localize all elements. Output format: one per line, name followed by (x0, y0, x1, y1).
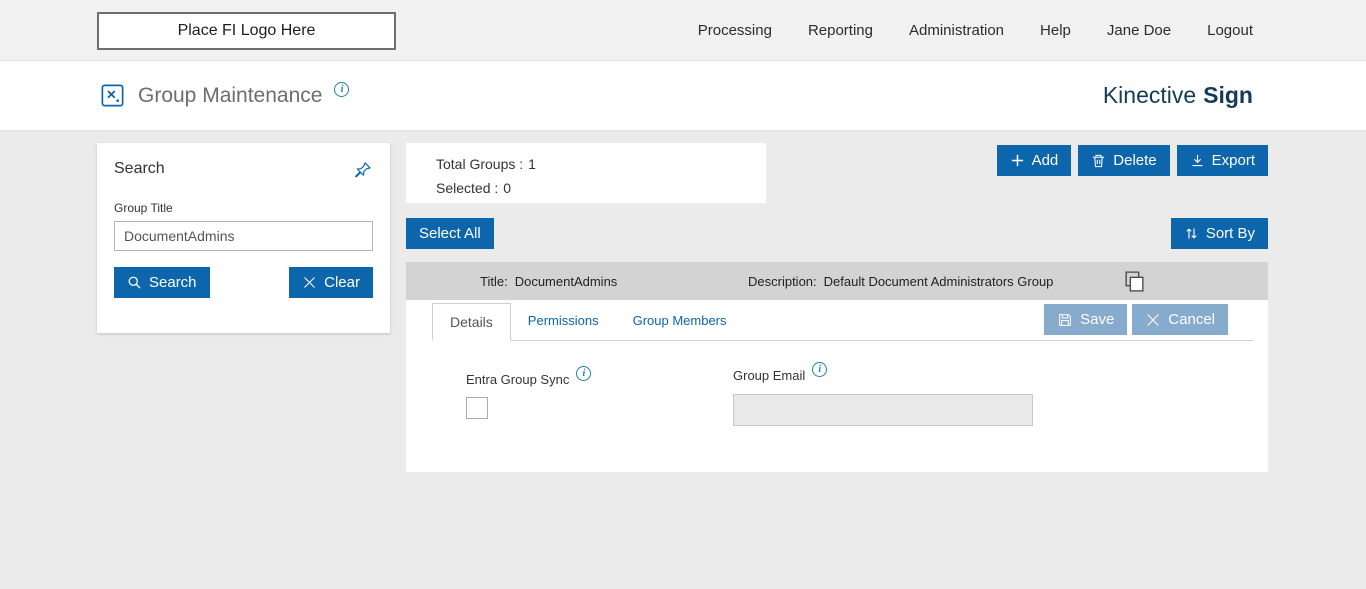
delete-button[interactable]: Delete (1078, 145, 1170, 176)
details-tab-content: Entra Group Sync Group Email (406, 341, 1268, 471)
sort-by-button[interactable]: Sort By (1170, 218, 1268, 249)
search-button[interactable]: Search (114, 267, 210, 298)
cancel-button[interactable]: Cancel (1132, 304, 1228, 335)
group-actions-toolbar: Add Delete Export (996, 145, 1268, 176)
total-groups-line: Total Groups :1 (436, 152, 736, 176)
plus-icon (1011, 154, 1023, 167)
entra-sync-info-icon[interactable] (576, 366, 592, 381)
entra-group-sync-checkbox[interactable] (466, 397, 488, 419)
trash-icon (1093, 154, 1105, 167)
selected-value: 0 (503, 180, 512, 196)
page-title-info-icon[interactable] (334, 82, 350, 97)
page-title-bar: Group Maintenance Kinective Sign (0, 61, 1366, 130)
search-button-label: Search (149, 274, 197, 291)
page-title: Group Maintenance (138, 83, 323, 107)
group-row-title: Title: DocumentAdmins (480, 274, 617, 289)
nav-reporting[interactable]: Reporting (808, 22, 873, 39)
group-row-title-value: DocumentAdmins (514, 274, 618, 289)
brand-name: Kinective (1102, 82, 1197, 108)
tab-group-members[interactable]: Group Members (616, 301, 744, 340)
nav-logout[interactable]: Logout (1207, 22, 1253, 39)
group-email-info-icon[interactable] (812, 362, 828, 377)
add-button-label: Add (1031, 152, 1059, 169)
entra-group-sync-label: Entra Group Sync (466, 372, 570, 387)
export-button-label: Export (1211, 152, 1255, 169)
group-email-input (733, 394, 1033, 426)
fi-logo-placeholder: Place FI Logo Here (97, 12, 396, 50)
save-button[interactable]: Save (1044, 304, 1128, 335)
group-row[interactable]: Title: DocumentAdmins Description: Default… (406, 262, 1268, 300)
detail-tab-actions: Save Cancel (1044, 304, 1228, 335)
detail-tabs: Details Permissions Group Members Save C… (432, 300, 1253, 341)
x-icon (304, 277, 316, 288)
nav-user-jane-doe[interactable]: Jane Doe (1107, 22, 1171, 39)
group-title-input[interactable] (114, 221, 373, 251)
top-nav: Processing Reporting Administration Help… (698, 0, 1253, 61)
total-groups-value: 1 (528, 156, 536, 172)
tab-details[interactable]: Details (432, 303, 511, 341)
nav-administration[interactable]: Administration (909, 22, 1004, 39)
group-summary: Total Groups :1 Selected :0 (406, 143, 766, 203)
nav-processing[interactable]: Processing (698, 22, 772, 39)
tab-permissions[interactable]: Permissions (511, 301, 616, 340)
copy-icon[interactable] (1122, 269, 1147, 294)
brand-product: Sign (1203, 82, 1253, 108)
search-panel-title: Search (114, 160, 165, 177)
fi-logo-text: Place FI Logo Here (177, 22, 316, 39)
brand-logo: Kinective Sign (1103, 61, 1253, 130)
group-row-title-label: Title: (480, 274, 508, 289)
group-row-description-value: Default Document Administrators Group (823, 274, 1054, 289)
download-icon (1192, 154, 1203, 167)
search-icon (128, 276, 141, 289)
total-groups-label: Total Groups : (436, 156, 524, 172)
selected-line: Selected :0 (436, 176, 736, 200)
clear-button[interactable]: Clear (289, 267, 373, 298)
top-header-bar: Place FI Logo Here Processing Reporting … (0, 0, 1366, 61)
group-row-description: Description: Default Document Administrat… (748, 274, 1053, 289)
save-button-label: Save (1080, 311, 1115, 328)
group-maintenance-icon (99, 82, 126, 109)
group-email-field: Group Email (733, 362, 1033, 426)
group-detail-panel: Details Permissions Group Members Save C… (406, 300, 1268, 472)
add-button[interactable]: Add (996, 145, 1072, 176)
select-all-button-label: Select All (419, 225, 481, 242)
select-all-button[interactable]: Select All (406, 218, 494, 249)
sort-arrows-icon (1186, 228, 1197, 239)
pin-icon[interactable] (353, 160, 373, 180)
export-button[interactable]: Export (1176, 145, 1268, 176)
delete-button-label: Delete (1113, 152, 1157, 169)
group-row-description-label: Description: (748, 274, 817, 289)
cancel-button-label: Cancel (1168, 311, 1215, 328)
entra-group-sync-field: Entra Group Sync (466, 366, 592, 419)
search-panel: Search Group Title Search Clear (97, 143, 390, 333)
save-floppy-icon (1059, 313, 1071, 326)
nav-help[interactable]: Help (1040, 22, 1071, 39)
sort-by-button-label: Sort By (1205, 225, 1255, 242)
selected-label: Selected : (436, 180, 499, 196)
group-title-label: Group Title (114, 201, 173, 215)
x-icon (1147, 313, 1160, 326)
group-email-label: Group Email (733, 368, 806, 383)
clear-button-label: Clear (324, 274, 360, 291)
